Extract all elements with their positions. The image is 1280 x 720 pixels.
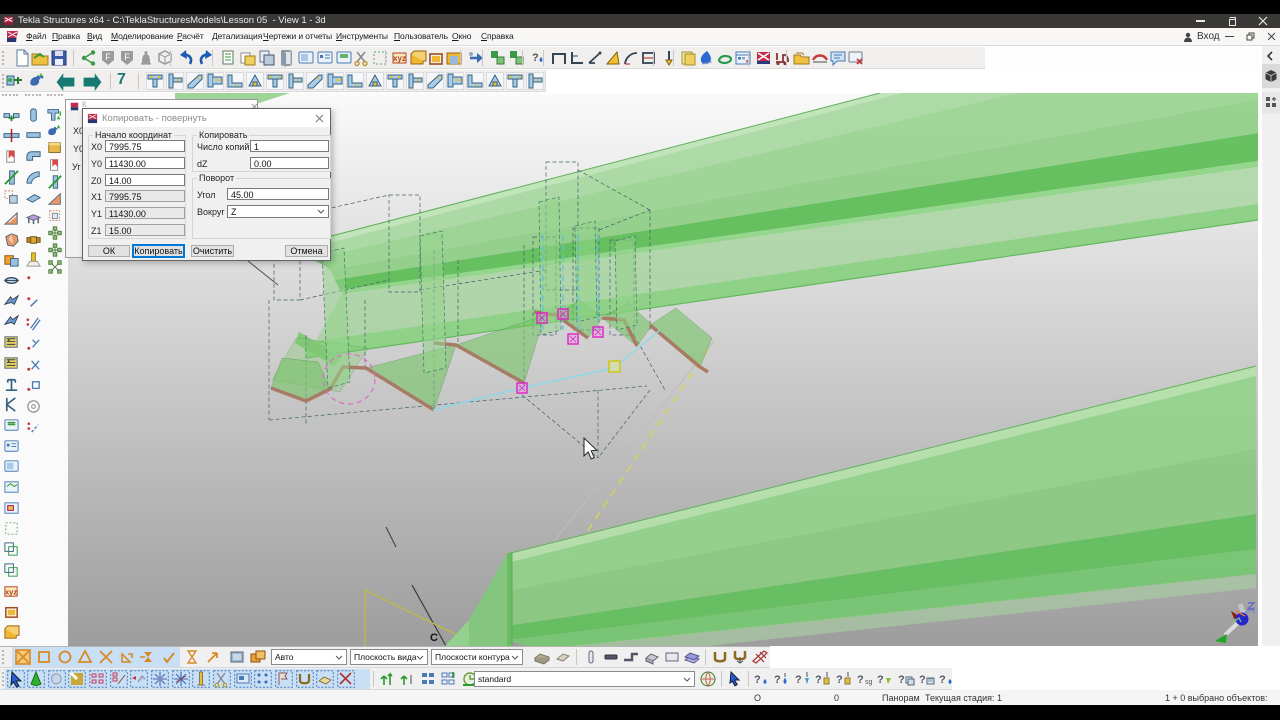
svg-text:?: ? bbox=[815, 674, 822, 686]
svg-text:?: ? bbox=[857, 674, 864, 686]
svg-text:C: C bbox=[430, 632, 438, 644]
svg-text:F: F bbox=[105, 52, 111, 62]
svg-text:?: ? bbox=[836, 674, 843, 686]
svg-text:?: ? bbox=[877, 674, 884, 686]
svg-text:sg: sg bbox=[865, 679, 873, 686]
svg-text:?: ? bbox=[754, 674, 761, 686]
svg-text:xyz: xyz bbox=[393, 54, 406, 63]
svg-text:?: ? bbox=[919, 674, 926, 686]
svg-text:?: ? bbox=[774, 674, 781, 686]
svg-text:?: ? bbox=[532, 52, 539, 64]
svg-text:F: F bbox=[124, 52, 130, 62]
svg-text:xyz: xyz bbox=[5, 587, 17, 596]
svg-text:?: ? bbox=[898, 674, 905, 686]
svg-text:?: ? bbox=[795, 674, 802, 686]
svg-text:?: ? bbox=[939, 674, 946, 686]
